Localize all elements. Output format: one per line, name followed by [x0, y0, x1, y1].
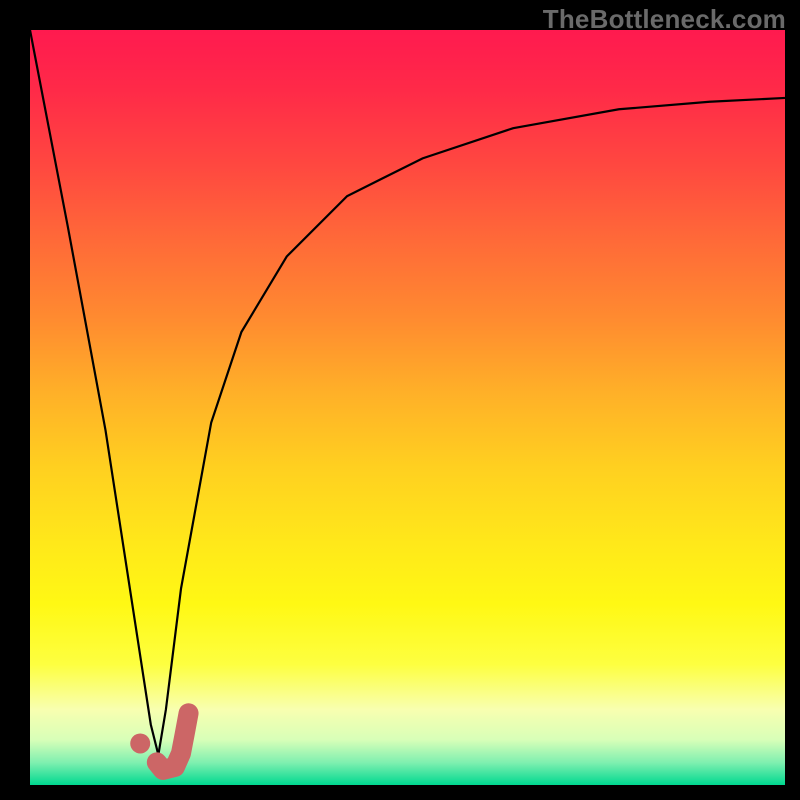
chart-frame: TheBottleneck.com — [0, 0, 800, 800]
plot-area — [30, 30, 785, 785]
curve-right-branch — [158, 98, 785, 755]
curve-left-branch — [30, 30, 158, 755]
chart-svg — [30, 30, 785, 785]
j-marker-dot — [130, 733, 150, 753]
